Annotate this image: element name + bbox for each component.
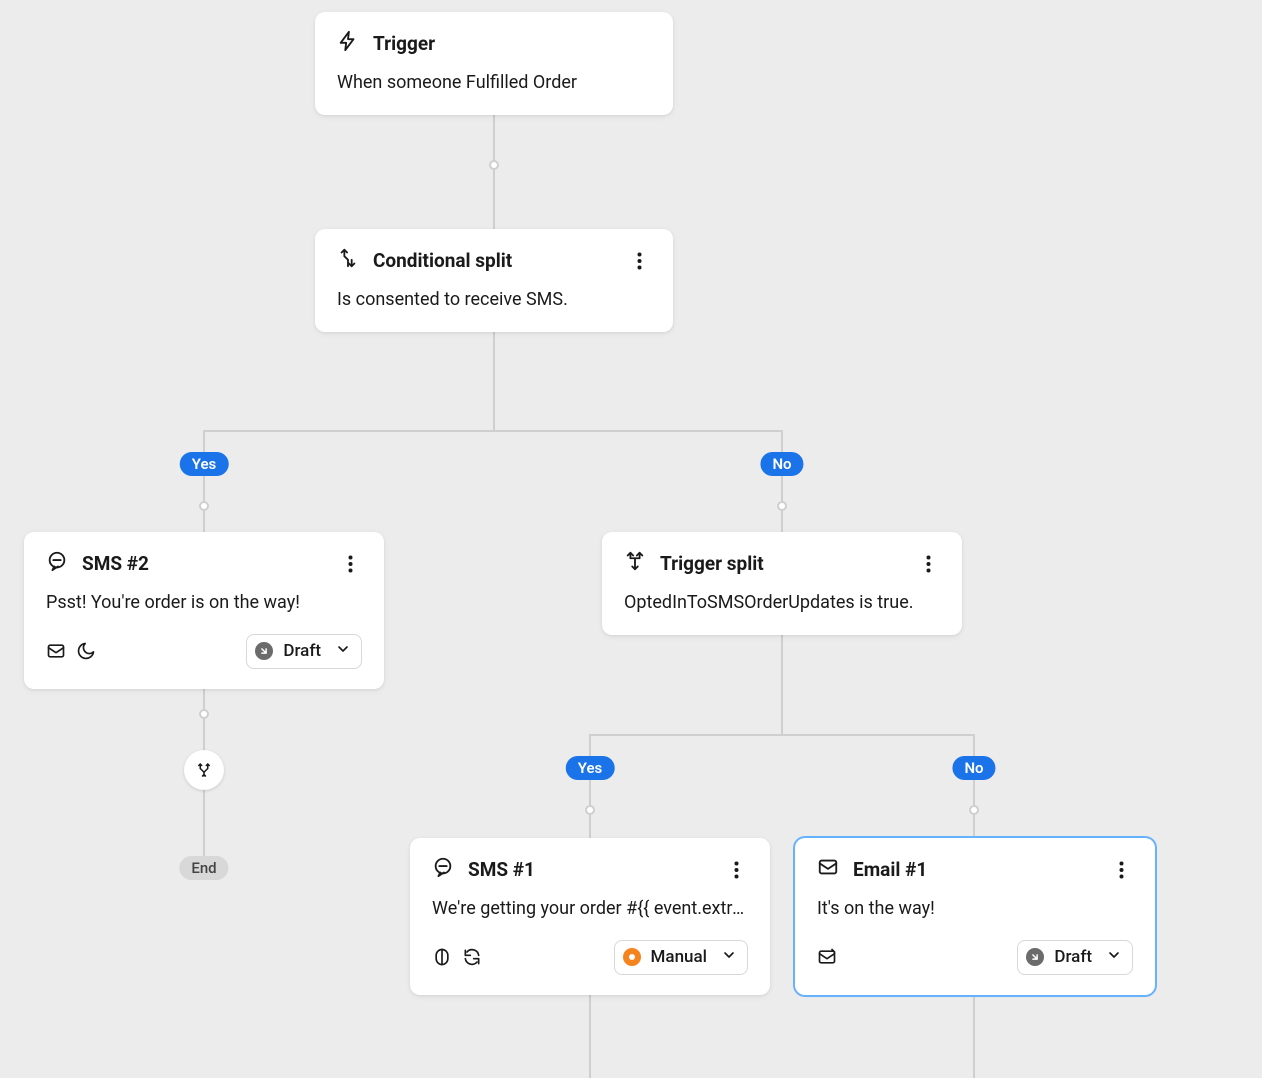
connector-line: [589, 734, 591, 838]
card-title: Conditional split: [373, 249, 512, 272]
connector-line: [203, 430, 205, 532]
card-title: Email #1: [853, 858, 927, 881]
trigger-split-card[interactable]: Trigger split OptedInToSMSOrderUpdates i…: [602, 532, 962, 635]
more-menu-button[interactable]: [627, 249, 651, 273]
card-desc: When someone Fulfilled Order: [337, 71, 651, 95]
status-select[interactable]: Manual: [614, 940, 748, 975]
sms1-card[interactable]: SMS #1 We're getting your order #{{ even…: [410, 838, 770, 995]
card-desc: Is consented to receive SMS.: [337, 288, 651, 312]
kebab-icon: [734, 861, 739, 879]
connector-dot: [199, 709, 209, 719]
email-icon: [817, 856, 839, 883]
status-dot-icon: [1026, 948, 1044, 966]
connector-dot: [199, 501, 209, 511]
connector-dot: [489, 160, 499, 170]
connector-line: [203, 430, 783, 432]
branch-tag-yes: Yes: [180, 452, 229, 476]
connector-line: [493, 326, 495, 430]
card-title: SMS #2: [82, 552, 149, 575]
quiet-hours-icon: [76, 641, 96, 661]
more-menu-button[interactable]: [338, 552, 362, 576]
connector-line: [781, 630, 783, 734]
connector-dot: [585, 805, 595, 815]
connector-line: [589, 734, 975, 736]
branch-tag-yes: Yes: [566, 756, 615, 780]
trigger-card[interactable]: Trigger When someone Fulfilled Order: [315, 12, 673, 115]
email1-card[interactable]: Email #1 It's on the way! Draft: [795, 838, 1155, 995]
kebab-icon: [348, 555, 353, 573]
card-desc: We're getting your order #{{ event.extra…: [432, 897, 748, 921]
branch-tag-no: No: [952, 756, 995, 780]
sms2-card[interactable]: SMS #2 Psst! You're order is on the way!…: [24, 532, 384, 689]
smart-send-icon: [817, 947, 837, 967]
kebab-icon: [1119, 861, 1124, 879]
link-icon: [432, 947, 452, 967]
chevron-down-icon: [1106, 947, 1122, 968]
card-desc: OptedInToSMSOrderUpdates is true.: [624, 591, 940, 615]
refresh-icon: [462, 947, 482, 967]
kebab-icon: [637, 252, 642, 270]
card-desc: It's on the way!: [817, 897, 1133, 921]
more-menu-button[interactable]: [916, 552, 940, 576]
add-step-button[interactable]: [184, 750, 224, 790]
conditional-split-card[interactable]: Conditional split Is consented to receiv…: [315, 229, 673, 332]
chevron-down-icon: [721, 947, 737, 968]
card-title: Trigger split: [660, 552, 764, 575]
card-desc: Psst! You're order is on the way!: [46, 591, 362, 615]
sms-icon: [432, 856, 454, 883]
end-tag: End: [179, 856, 228, 880]
status-label: Draft: [1054, 947, 1092, 967]
trigger-split-icon: [624, 550, 646, 577]
connector-dot: [777, 501, 787, 511]
status-select[interactable]: Draft: [1017, 940, 1133, 975]
status-label: Draft: [283, 641, 321, 661]
connector-dot: [969, 805, 979, 815]
smart-send-icon: [46, 641, 66, 661]
status-dot-icon: [623, 948, 641, 966]
card-title: SMS #1: [468, 858, 535, 881]
status-select[interactable]: Draft: [246, 634, 362, 669]
conditional-split-icon: [337, 247, 359, 274]
more-menu-button[interactable]: [1109, 858, 1133, 882]
connector-line: [781, 430, 783, 532]
status-dot-icon: [255, 642, 273, 660]
kebab-icon: [926, 555, 931, 573]
card-title: Trigger: [373, 32, 435, 55]
connector-line: [973, 734, 975, 838]
branch-tag-no: No: [760, 452, 803, 476]
split-arrows-icon: [195, 761, 213, 779]
status-label: Manual: [651, 947, 707, 967]
chevron-down-icon: [335, 641, 351, 662]
bolt-icon: [337, 30, 359, 57]
sms-icon: [46, 550, 68, 577]
more-menu-button[interactable]: [724, 858, 748, 882]
